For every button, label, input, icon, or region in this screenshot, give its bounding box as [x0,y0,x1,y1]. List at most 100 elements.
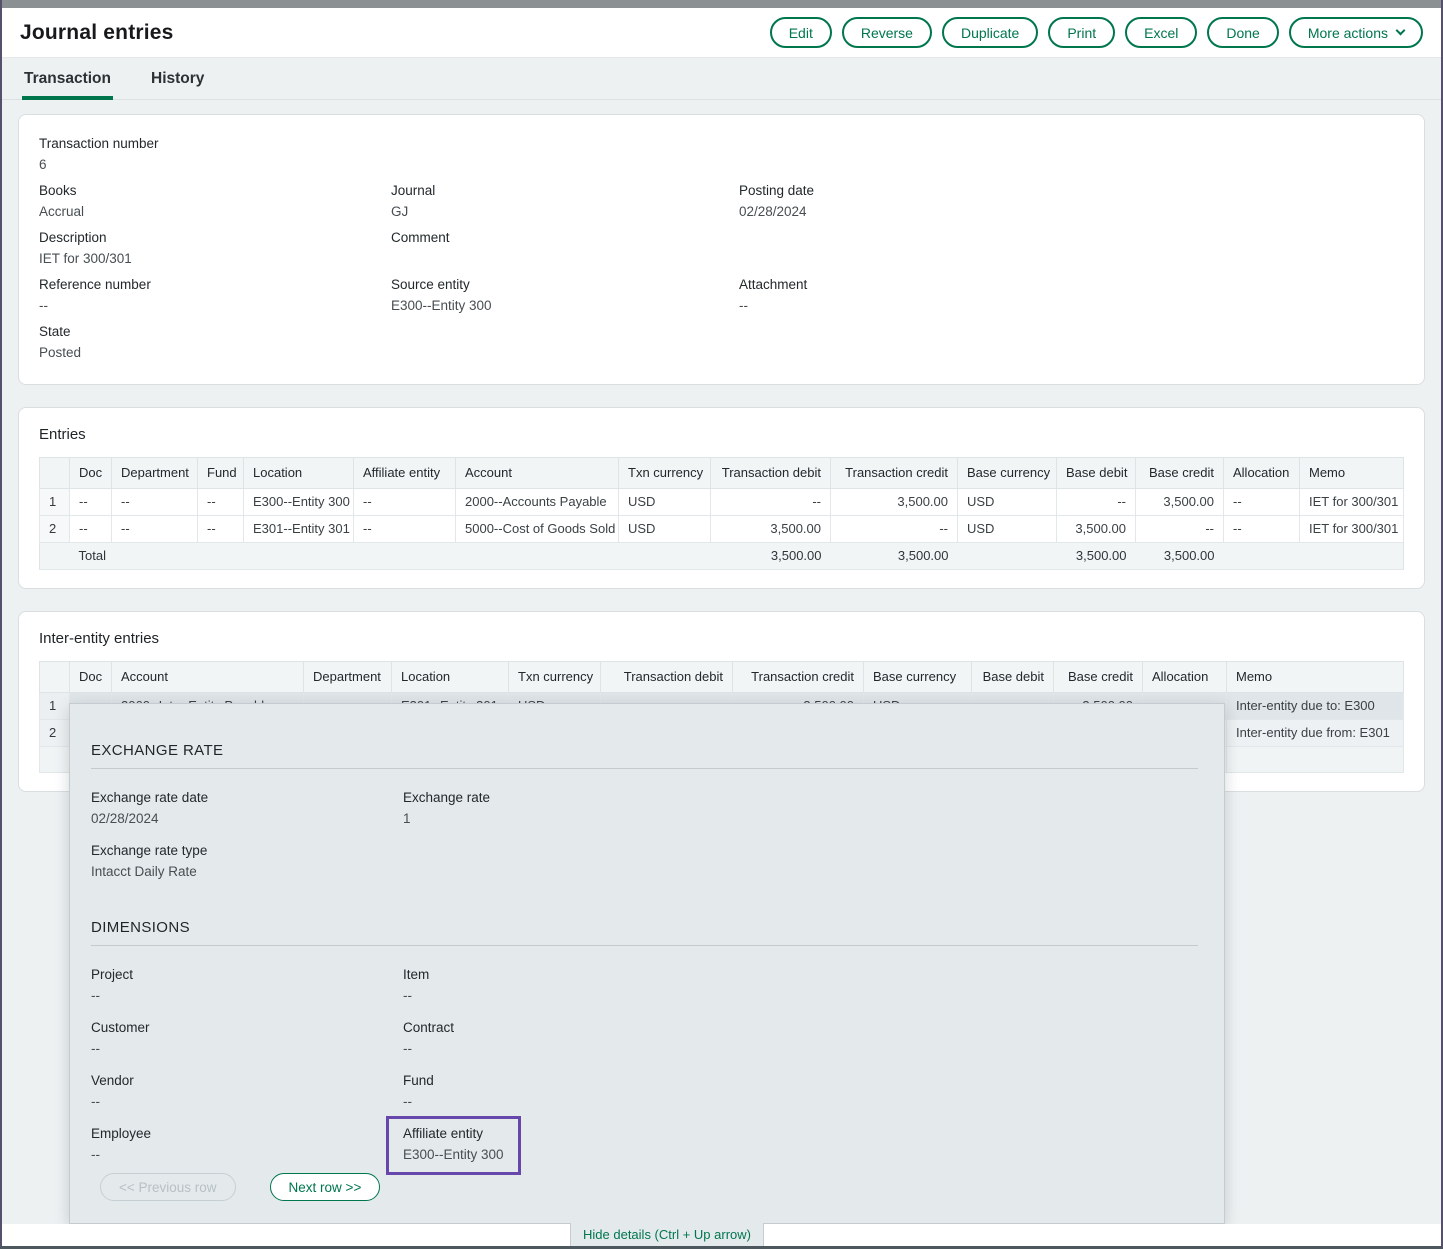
exchange-rate-heading: EXCHANGE RATE [91,742,1198,759]
column-header: Location [244,458,354,489]
row-number: 2 [40,516,70,543]
hide-details-tab[interactable]: Hide details (Ctrl + Up arrow) [570,1223,764,1246]
previous-row-button[interactable]: << Previous row [100,1173,236,1201]
field-reference-number: Reference number -- [39,276,391,314]
column-header: Base debit [972,662,1054,693]
total-transaction-debit: 3,500.00 [711,543,831,570]
exchange-rate-grid: Exchange rate date 02/28/2024 Exchange r… [91,789,1198,895]
field-label: Description [39,229,391,246]
field-value: Posted [39,344,391,361]
cell-txn-currency: USD [619,516,711,543]
field-vendor: Vendor -- [91,1072,403,1110]
column-header: Transaction debit [601,662,733,693]
field-exchange-rate: Exchange rate 1 [403,789,1198,827]
field-label: Item [403,966,1198,983]
tab-transaction[interactable]: Transaction [22,70,113,99]
column-header: Memo [1227,662,1404,693]
cell-memo: Inter-entity due from: E301 [1227,720,1404,747]
page-header: Journal entries Edit Reverse Duplicate P… [2,8,1441,58]
field-fund: Fund -- [403,1072,1198,1110]
field-value: E300--Entity 300 [403,1146,504,1163]
column-header: Transaction credit [831,458,958,489]
field-label: Fund [403,1072,1198,1089]
cell-fund: -- [198,516,244,543]
cell-base-debit: 3,500.00 [1057,516,1136,543]
field-project: Project -- [91,966,403,1004]
dimensions-heading: DIMENSIONS [91,919,1198,936]
excel-button[interactable]: Excel [1125,17,1197,48]
field-label: Books [39,182,391,199]
next-row-button[interactable]: Next row >> [270,1173,381,1201]
cell-account: 2000--Accounts Payable [456,489,619,516]
field-label: Employee [91,1125,403,1142]
field-label: Affiliate entity [403,1125,504,1142]
total-cell [619,543,711,570]
window-top-strip [2,0,1441,8]
column-header: Affiliate entity [354,458,456,489]
tab-bar: Transaction History [2,58,1441,100]
field-state: State Posted [39,323,391,361]
field-value: GJ [391,203,739,220]
entries-table: Doc Department Fund Location Affiliate e… [39,457,1404,570]
field-value: -- [403,987,1198,1004]
field-label: Customer [91,1019,403,1036]
column-header: Account [112,662,304,693]
row-detail-panel: EXCHANGE RATE Exchange rate date 02/28/2… [69,703,1225,1224]
cell-account: 5000--Cost of Goods Sold [456,516,619,543]
total-cell [958,543,1057,570]
field-books: Books Accrual [39,182,391,220]
column-header: Base debit [1057,458,1136,489]
reverse-button[interactable]: Reverse [842,17,932,48]
cell-memo: IET for 300/301 [1300,516,1404,543]
cell-base-credit: 3,500.00 [1136,489,1224,516]
column-header: Doc [70,662,112,693]
total-base-credit: 3,500.00 [1136,543,1224,570]
total-cell [40,543,70,570]
field-value [391,250,739,267]
chevron-down-icon [1396,26,1406,36]
column-header: Memo [1300,458,1404,489]
more-actions-button[interactable]: More actions [1289,17,1423,48]
field-label: Vendor [91,1072,403,1089]
row-navigation: << Previous row Next row >> [100,1173,380,1201]
duplicate-button[interactable]: Duplicate [942,17,1038,48]
total-cell [354,543,456,570]
field-value: -- [403,1040,1198,1057]
print-button[interactable]: Print [1048,17,1115,48]
field-value: 6 [39,156,391,173]
field-label: Posting date [739,182,1404,199]
column-header: Account [456,458,619,489]
cell-allocation: -- [1224,516,1300,543]
field-journal: Journal GJ [391,182,739,220]
cell-location: E301--Entity 301 [244,516,354,543]
details-grid: Transaction number 6 Books Accrual Journ… [39,135,1404,370]
entries-row-1[interactable]: 1 -- -- -- E300--Entity 300 -- 2000--Acc… [40,489,1404,516]
edit-button[interactable]: Edit [770,17,832,48]
entries-row-2[interactable]: 2 -- -- -- E301--Entity 301 -- 5000--Cos… [40,516,1404,543]
more-actions-label: More actions [1308,25,1388,41]
field-value: 02/28/2024 [91,810,403,827]
cell-fund: -- [198,489,244,516]
column-header: Transaction credit [733,662,864,693]
affiliate-entity-highlight-box: Affiliate entity E300--Entity 300 [386,1116,521,1175]
entries-total-row: Total 3,500.00 3,500.00 3,500.00 3,500.0… [40,543,1404,570]
field-value: 02/28/2024 [739,203,1404,220]
field-attachment: Attachment -- [739,276,1404,314]
field-value: -- [91,1093,403,1110]
field-value: 1 [403,810,1198,827]
column-header: Allocation [1224,458,1300,489]
total-base-debit: 3,500.00 [1057,543,1136,570]
journal-entries-screen: Journal entries Edit Reverse Duplicate P… [0,0,1443,1249]
tab-history[interactable]: History [149,70,206,99]
field-label: Exchange rate [403,789,1198,806]
cell-memo: IET for 300/301 [1300,489,1404,516]
done-button[interactable]: Done [1207,17,1278,48]
column-header: Base currency [958,458,1057,489]
field-posting-date: Posting date 02/28/2024 [739,182,1404,220]
entries-title: Entries [39,426,1404,443]
cell-transaction-debit: 3,500.00 [711,516,831,543]
field-value: -- [403,1093,1198,1110]
column-header: Fund [198,458,244,489]
field-employee: Employee -- [91,1125,403,1175]
field-value: Intacct Daily Rate [91,863,403,880]
